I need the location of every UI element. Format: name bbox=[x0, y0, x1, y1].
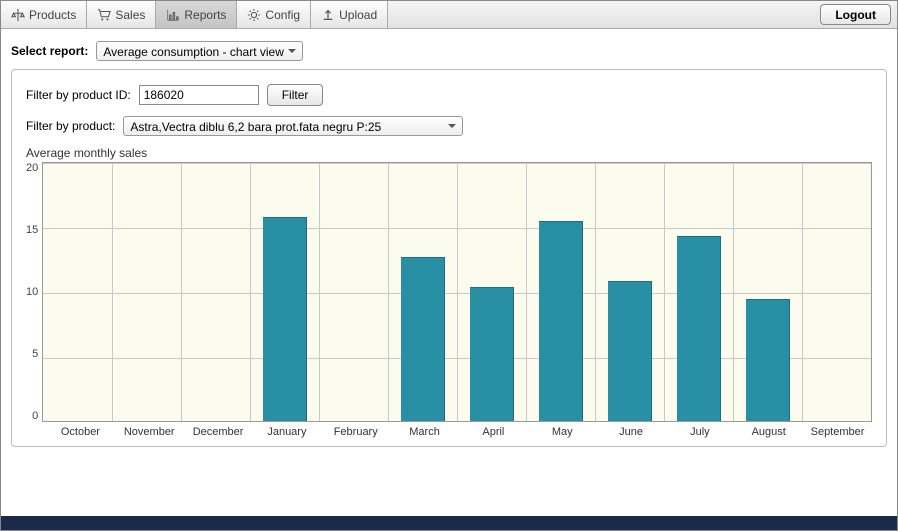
chart-title: Average monthly sales bbox=[26, 146, 872, 160]
tab-reports[interactable]: Reports bbox=[156, 1, 237, 28]
x-tick-label: March bbox=[390, 426, 459, 438]
filter-id-input[interactable] bbox=[139, 85, 259, 105]
chart-bar bbox=[539, 221, 583, 421]
product-select[interactable]: Astra,Vectra diblu 6,2 bara prot.fata ne… bbox=[123, 116, 463, 136]
y-tick-label: 5 bbox=[32, 348, 38, 360]
x-tick-label: January bbox=[252, 426, 321, 438]
page-footer-strip bbox=[1, 516, 897, 530]
chart-plot-area bbox=[42, 162, 872, 422]
report-select[interactable]: Average consumption - chart view bbox=[96, 41, 303, 61]
x-tick-label: September bbox=[803, 426, 872, 438]
tab-label: Products bbox=[29, 8, 76, 22]
scale-icon bbox=[11, 8, 25, 22]
main-toolbar: Products Sales Reports Config Upload Log… bbox=[1, 1, 897, 29]
report-panel: Filter by product ID: Filter Filter by p… bbox=[11, 69, 887, 447]
tab-label: Config bbox=[265, 8, 300, 22]
tab-sales[interactable]: Sales bbox=[87, 1, 156, 28]
x-tick-label: April bbox=[459, 426, 528, 438]
filter-product-row: Filter by product: Astra,Vectra diblu 6,… bbox=[26, 116, 872, 136]
tab-products[interactable]: Products bbox=[1, 1, 87, 28]
chart-bar bbox=[470, 287, 514, 421]
gear-icon bbox=[247, 8, 261, 22]
x-tick-label: June bbox=[597, 426, 666, 438]
y-tick-label: 15 bbox=[26, 224, 38, 236]
chart: 20 15 10 5 0 bbox=[26, 162, 872, 422]
tab-config[interactable]: Config bbox=[237, 1, 311, 28]
chart-y-axis: 20 15 10 5 0 bbox=[26, 162, 42, 422]
chart-bar bbox=[608, 281, 652, 421]
chart-bar bbox=[401, 257, 445, 421]
tab-label: Upload bbox=[339, 8, 377, 22]
filter-id-row: Filter by product ID: Filter bbox=[26, 84, 872, 106]
product-select-value: Astra,Vectra diblu 6,2 bara prot.fata ne… bbox=[130, 120, 381, 134]
y-tick-label: 0 bbox=[32, 410, 38, 422]
x-tick-label: August bbox=[734, 426, 803, 438]
y-tick-label: 10 bbox=[26, 286, 38, 298]
chart-bar bbox=[677, 236, 721, 421]
cart-icon bbox=[97, 8, 111, 22]
chart-bar bbox=[746, 299, 790, 421]
tab-label: Reports bbox=[184, 8, 226, 22]
logout-button[interactable]: Logout bbox=[820, 4, 891, 25]
x-tick-label: May bbox=[528, 426, 597, 438]
x-tick-label: December bbox=[184, 426, 253, 438]
upload-icon bbox=[321, 8, 335, 22]
filter-product-label: Filter by product: bbox=[26, 119, 115, 133]
select-report-label: Select report: bbox=[11, 44, 88, 58]
chart-x-axis: OctoberNovemberDecemberJanuaryFebruaryMa… bbox=[46, 426, 872, 438]
tab-upload[interactable]: Upload bbox=[311, 1, 388, 28]
x-tick-label: November bbox=[115, 426, 184, 438]
tab-label: Sales bbox=[115, 8, 145, 22]
chart-icon bbox=[166, 8, 180, 22]
chart-bar bbox=[263, 217, 307, 421]
filter-id-label: Filter by product ID: bbox=[26, 88, 131, 102]
select-report-row: Select report: Average consumption - cha… bbox=[1, 29, 897, 69]
report-select-value: Average consumption - chart view bbox=[103, 45, 284, 59]
x-tick-label: July bbox=[665, 426, 734, 438]
y-tick-label: 20 bbox=[26, 162, 38, 174]
x-tick-label: October bbox=[46, 426, 115, 438]
filter-button[interactable]: Filter bbox=[267, 84, 324, 106]
x-tick-label: February bbox=[321, 426, 390, 438]
